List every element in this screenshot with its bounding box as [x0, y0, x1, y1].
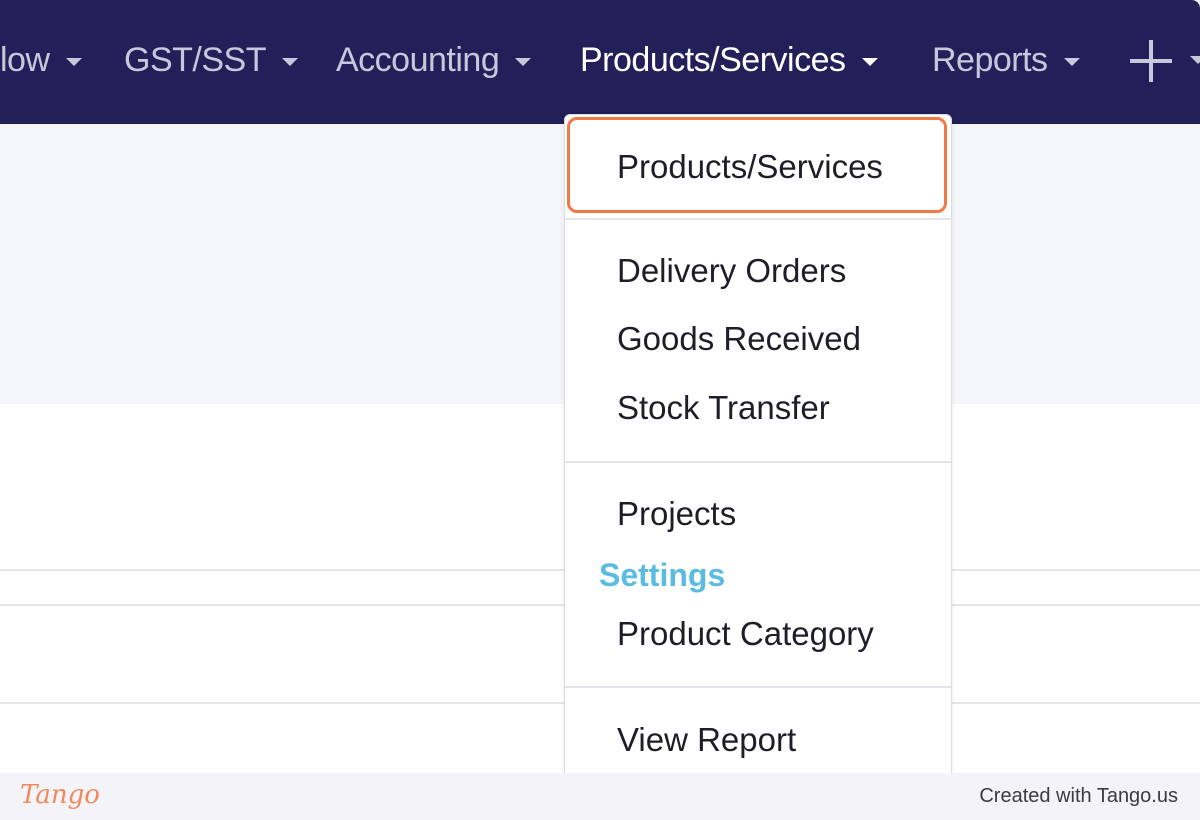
nav-item-label: Reports	[932, 40, 1048, 79]
chevron-down-icon	[281, 58, 298, 66]
chevron-down-icon[interactable]	[1190, 56, 1200, 64]
nav-item-reports[interactable]: Reports	[932, 38, 1080, 82]
menu-item-projects[interactable]: Projects	[617, 492, 736, 536]
nav-item-label: low	[0, 40, 50, 79]
settings-header: Settings	[599, 557, 726, 593]
nav-item-label: Products/Services	[580, 40, 846, 79]
tango-logo: Tango	[20, 780, 100, 810]
click-highlight	[567, 117, 947, 213]
plus-icon[interactable]	[1130, 40, 1172, 82]
nav-item-workflow[interactable]: low	[0, 38, 82, 82]
menu-divider	[565, 686, 951, 688]
chevron-down-icon	[515, 58, 532, 66]
menu-item-view-report[interactable]: View Report	[617, 718, 796, 762]
nav-item-label: Accounting	[336, 40, 500, 79]
nav-item-products-services[interactable]: Products/Services	[580, 38, 878, 82]
menu-item-delivery-orders[interactable]: Delivery Orders	[617, 249, 846, 293]
nav-item-label: GST/SST	[124, 40, 266, 79]
nav-item-gst-sst[interactable]: GST/SST	[124, 38, 298, 82]
chevron-down-icon	[65, 58, 82, 66]
top-navbar: low GST/SST Accounting Products/Services…	[0, 0, 1200, 124]
nav-item-accounting[interactable]: Accounting	[336, 38, 532, 82]
app-window: low GST/SST Accounting Products/Services…	[0, 0, 1200, 773]
chevron-down-icon	[1063, 58, 1080, 66]
menu-item-stock-transfer[interactable]: Stock Transfer	[617, 386, 830, 430]
footer-credit: Created with Tango.us	[979, 785, 1178, 807]
menu-item-goods-received[interactable]: Goods Received	[617, 317, 861, 361]
menu-item-product-category[interactable]: Product Category	[617, 612, 874, 656]
chevron-down-icon	[861, 58, 878, 66]
menu-divider	[565, 461, 951, 463]
menu-divider	[565, 218, 951, 220]
